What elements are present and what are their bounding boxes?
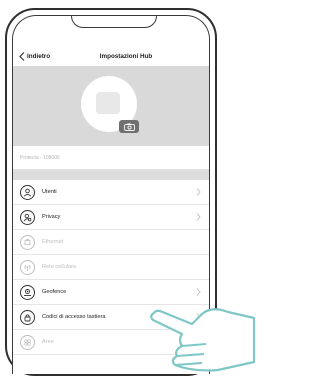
cellular-icon	[20, 259, 35, 275]
menu-item-ethernet: Ethernet	[13, 230, 209, 255]
hub-photo-area	[13, 66, 209, 146]
menu-item-rete-cellulare: Rete cellulare	[13, 255, 209, 280]
menu-item-label: Rete cellulare	[42, 264, 77, 270]
menu-item-label: Privacy	[42, 214, 61, 220]
nav-bar: Indietro Impostazioni Hub	[13, 46, 209, 66]
menu-item-label: Ethernet	[42, 239, 64, 245]
menu-item-label: Utenti	[42, 189, 57, 195]
phone-notch	[71, 16, 157, 28]
privacy-icon	[20, 209, 35, 225]
menu-item-privacy[interactable]: Privacy	[13, 205, 209, 230]
menu-item-utenti[interactable]: Utenti	[13, 180, 209, 205]
areas-icon	[20, 334, 35, 350]
change-photo-button[interactable]	[119, 120, 139, 133]
hub-name: Protecta - 108006	[20, 155, 60, 161]
menu-item-label: Aree	[42, 339, 54, 345]
geofence-icon	[20, 284, 35, 300]
hub-name-field[interactable]: Protecta - 108006	[13, 146, 209, 170]
hub-device-icon	[96, 92, 120, 114]
page-title: Impostazioni Hub	[99, 52, 153, 60]
menu-item-label: Geofence	[42, 289, 67, 295]
pointing-hand-icon	[150, 308, 256, 372]
ethernet-icon	[20, 234, 35, 250]
chevron-right-icon	[196, 188, 201, 196]
camera-icon	[123, 122, 135, 131]
lock-icon	[20, 309, 35, 325]
chevron-right-icon	[196, 288, 201, 296]
section-separator	[13, 170, 209, 180]
user-icon	[20, 184, 35, 200]
menu-item-label: Codici di accesso tastiera	[42, 314, 106, 320]
chevron-right-icon	[196, 213, 201, 221]
